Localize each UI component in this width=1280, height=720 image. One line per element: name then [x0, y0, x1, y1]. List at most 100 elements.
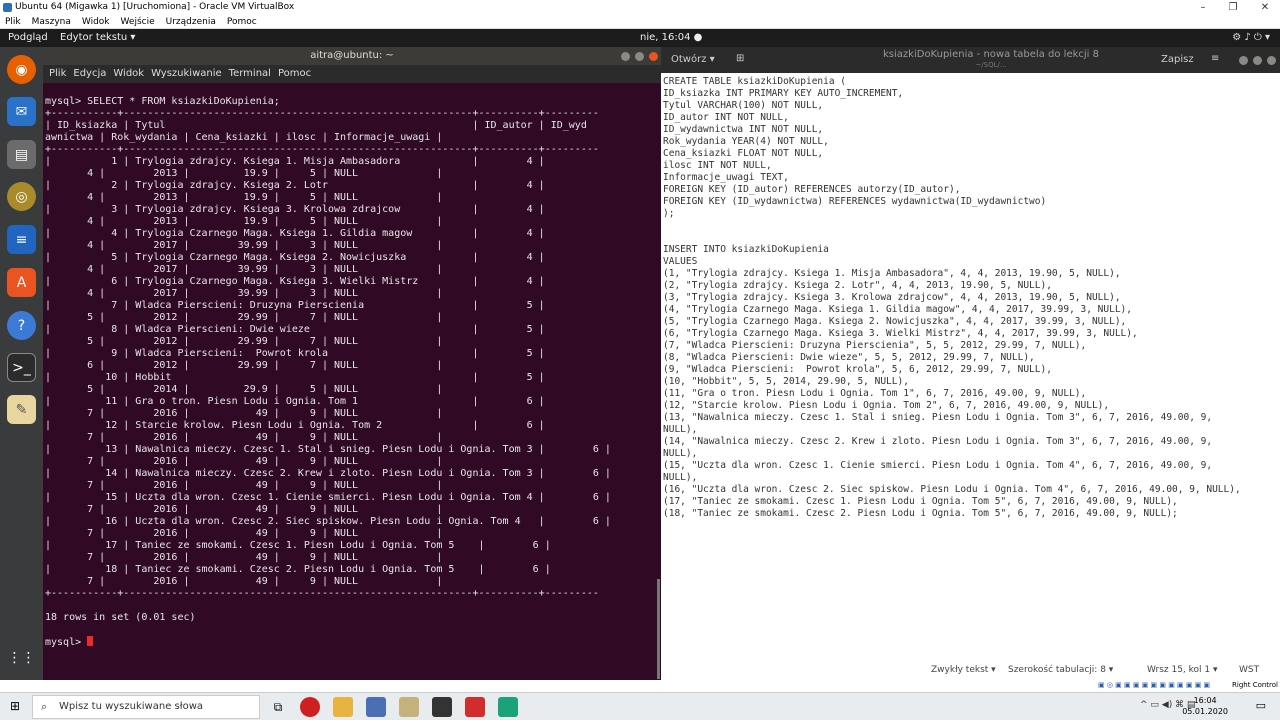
editor-line[interactable]: ID_autor INT NOT NULL,: [663, 112, 1280, 124]
editor-line[interactable]: VALUES: [663, 256, 1280, 268]
photos-task-icon[interactable]: [432, 697, 452, 717]
editor-line[interactable]: ID_ksiazka INT PRIMARY KEY AUTO_INCREMEN…: [663, 88, 1280, 100]
editor-line[interactable]: Rok_wydania YEAR(4) NOT NULL,: [663, 136, 1280, 148]
syntax-mode-select[interactable]: Zwykły tekst ▾: [931, 661, 996, 680]
notifications-icon[interactable]: ▭: [1256, 699, 1266, 712]
term-menu-wyszukiwanie[interactable]: Wyszukiwanie: [151, 68, 222, 79]
close-icon[interactable]: ✕: [1250, 0, 1280, 15]
virtualbox-statusbar: ▣ ◎ ▣ ▣ ▣ ▣ ▣ ▣ ▣ ▣ ▣ ▣ ▣ Right Control: [0, 680, 1280, 692]
hamburger-menu-icon[interactable]: ≡: [1211, 53, 1219, 64]
editor-line[interactable]: [663, 232, 1280, 244]
editor-line[interactable]: (18, "Taniec ze smokami. Czesc 2. Piesn …: [663, 508, 1280, 520]
editor-line[interactable]: (13, "Nawalnica mieczy. Czesc 1. Stal i …: [663, 412, 1280, 424]
menu-widok[interactable]: Widok: [82, 17, 110, 27]
editor-line[interactable]: FOREIGN KEY (ID_wydawnictwa) REFERENCES …: [663, 196, 1280, 208]
maximize-icon[interactable]: ❐: [1218, 0, 1248, 15]
app-grid-icon[interactable]: ⋮⋮: [7, 643, 36, 672]
task-view-icon[interactable]: ⧉: [268, 697, 288, 717]
software-icon[interactable]: A: [7, 268, 36, 297]
editor-line[interactable]: ilosc INT NOT NULL,: [663, 160, 1280, 172]
editor-line[interactable]: Cena_ksiazki FLOAT NOT NULL,: [663, 148, 1280, 160]
editor-line[interactable]: Informacje_uwagi TEXT,: [663, 172, 1280, 184]
device-status-icons[interactable]: ▣ ◎ ▣ ▣ ▣ ▣ ▣ ▣ ▣ ▣ ▣ ▣ ▣: [1098, 681, 1210, 689]
rhythmbox-icon[interactable]: ◎: [7, 182, 36, 211]
menu-maszyna[interactable]: Maszyna: [32, 17, 71, 27]
term-menu-edycja[interactable]: Edycja: [73, 68, 106, 79]
menu-wejscie[interactable]: Wejście: [121, 17, 155, 27]
menu-pomoc[interactable]: Pomoc: [227, 17, 257, 27]
gedit-window[interactable]: Otwórz ▾ ⊞ ksiazkiDoKupienia - nowa tabe…: [661, 47, 1280, 680]
editor-line[interactable]: NULL),: [663, 448, 1280, 460]
teams-task-icon[interactable]: [498, 697, 518, 717]
editor-line[interactable]: (10, "Hobbit", 5, 5, 2014, 29.90, 5, NUL…: [663, 376, 1280, 388]
editor-text-area[interactable]: CREATE TABLE ksiazkiDoKupienia (ID_ksiaz…: [663, 76, 1280, 666]
gedit-minimize-icon[interactable]: [1239, 56, 1248, 65]
terminal-maximize-icon[interactable]: [635, 52, 644, 61]
terminal-close-icon[interactable]: [649, 52, 658, 61]
editor-line[interactable]: NULL),: [663, 424, 1280, 436]
thunderbird-icon[interactable]: ✉: [7, 97, 36, 126]
editor-line[interactable]: INSERT INTO ksiazkiDoKupienia: [663, 244, 1280, 256]
save-button[interactable]: Zapisz: [1161, 54, 1194, 65]
firefox-icon[interactable]: ◉: [7, 55, 36, 84]
minimize-icon[interactable]: –: [1188, 0, 1218, 15]
editor-line[interactable]: (12, "Starcie krolow. Piesn Lodu i Ognia…: [663, 400, 1280, 412]
editor-line[interactable]: CREATE TABLE ksiazkiDoKupienia (: [663, 76, 1280, 88]
open-button[interactable]: Otwórz ▾: [671, 54, 715, 65]
files-icon[interactable]: ▤: [7, 140, 36, 169]
new-document-icon[interactable]: ⊞: [736, 53, 744, 64]
virtualbox-task-icon[interactable]: [366, 697, 386, 717]
terminal-line: | 7 | Wladca Pierscieni: Druzyna Piersci…: [45, 300, 545, 311]
cursor-position[interactable]: Wrsz 15, kol 1 ▾: [1147, 661, 1218, 680]
menu-plik[interactable]: Plik: [5, 17, 21, 27]
notes-task-icon[interactable]: [399, 697, 419, 717]
terminal-prompt-line[interactable]: mysql>: [45, 636, 657, 648]
gedit-maximize-icon[interactable]: [1253, 56, 1262, 65]
editor-line[interactable]: (11, "Gra o tron. Piesn Lodu i Ognia. To…: [663, 388, 1280, 400]
editor-line[interactable]: (17, "Taniec ze smokami. Czesc 1. Piesn …: [663, 496, 1280, 508]
gedit-close-icon[interactable]: [1267, 56, 1276, 65]
system-tray-icons[interactable]: ⚙ ♪ ⏻ ▾: [1232, 29, 1270, 47]
editor-line[interactable]: NULL),: [663, 472, 1280, 484]
writer-icon[interactable]: ≡: [7, 225, 36, 254]
gnome-clock[interactable]: nie, 16:04 ●: [640, 29, 702, 47]
windows-start-icon[interactable]: ⊞: [10, 699, 20, 713]
editor-line[interactable]: (8, "Wladca Pierscieni: Dwie wieze", 5, …: [663, 352, 1280, 364]
terminal-icon[interactable]: >_: [7, 353, 36, 382]
editor-line[interactable]: (16, "Uczta dla wron. Czesc 2. Siec spis…: [663, 484, 1280, 496]
editor-line[interactable]: Tytul VARCHAR(100) NOT NULL,: [663, 100, 1280, 112]
editor-line[interactable]: (6, "Trylogia Czarnego Maga. Ksiega 3. W…: [663, 328, 1280, 340]
opera-icon[interactable]: [300, 697, 320, 717]
editor-line[interactable]: (7, "Wladca Pierscieni: Druzyna Pierscie…: [663, 340, 1280, 352]
editor-line[interactable]: (15, "Uczta dla wron. Czesc 1. Cienie sm…: [663, 460, 1280, 472]
acrobat-task-icon[interactable]: [465, 697, 485, 717]
editor-line[interactable]: (4, "Trylogia Czarnego Maga. Ksiega 1. G…: [663, 304, 1280, 316]
text-editor-icon[interactable]: ✎: [7, 395, 36, 424]
terminal-scrollbar[interactable]: [657, 579, 660, 679]
tab-width-select[interactable]: Szerokość tabulacji: 8 ▾: [1008, 661, 1113, 680]
activities-button[interactable]: Podgląd: [8, 29, 48, 47]
app-menu[interactable]: Edytor tekstu ▾: [60, 29, 135, 47]
editor-line[interactable]: ID_wydawnictwa INT NOT NULL,: [663, 124, 1280, 136]
terminal-output[interactable]: mysql> SELECT * FROM ksiazkiDoKupienia; +…: [45, 96, 657, 680]
terminal-minimize-icon[interactable]: [621, 52, 630, 61]
term-menu-widok[interactable]: Widok: [113, 68, 144, 79]
editor-line[interactable]: (14, "Nawalnica mieczy. Czesc 2. Krew i …: [663, 436, 1280, 448]
menu-urzadzenia[interactable]: Urządzenia: [166, 17, 216, 27]
term-menu-plik[interactable]: Plik: [49, 68, 66, 79]
terminal-window[interactable]: aitra@ubuntu: ~ Plik Edycja Widok Wyszukiwa…: [43, 47, 661, 680]
editor-line[interactable]: [663, 220, 1280, 232]
editor-line[interactable]: (9, "Wladca Pierscieni: Powrot krola", 5…: [663, 364, 1280, 376]
taskbar-clock[interactable]: 16:04 05.01.2020: [1182, 695, 1228, 717]
explorer-icon[interactable]: [333, 697, 353, 717]
editor-line[interactable]: FOREIGN KEY (ID_autor) REFERENCES autorz…: [663, 184, 1280, 196]
editor-line[interactable]: (5, "Trylogia Czarnego Maga. Ksiega 2. N…: [663, 316, 1280, 328]
term-menu-pomoc[interactable]: Pomoc: [278, 68, 311, 79]
windows-search-box[interactable]: ⌕ Wpisz tu wyszukiwane słowa: [32, 695, 260, 719]
help-icon[interactable]: ?: [7, 311, 36, 340]
editor-line[interactable]: (1, "Trylogia zdrajcy. Ksiega 1. Misja A…: [663, 268, 1280, 280]
editor-line[interactable]: (2, "Trylogia zdrajcy. Ksiega 2. Lotr", …: [663, 280, 1280, 292]
editor-line[interactable]: (3, "Trylogia zdrajcy. Ksiega 3. Krolowa…: [663, 292, 1280, 304]
term-menu-terminal[interactable]: Terminal: [229, 68, 271, 79]
editor-line[interactable]: );: [663, 208, 1280, 220]
